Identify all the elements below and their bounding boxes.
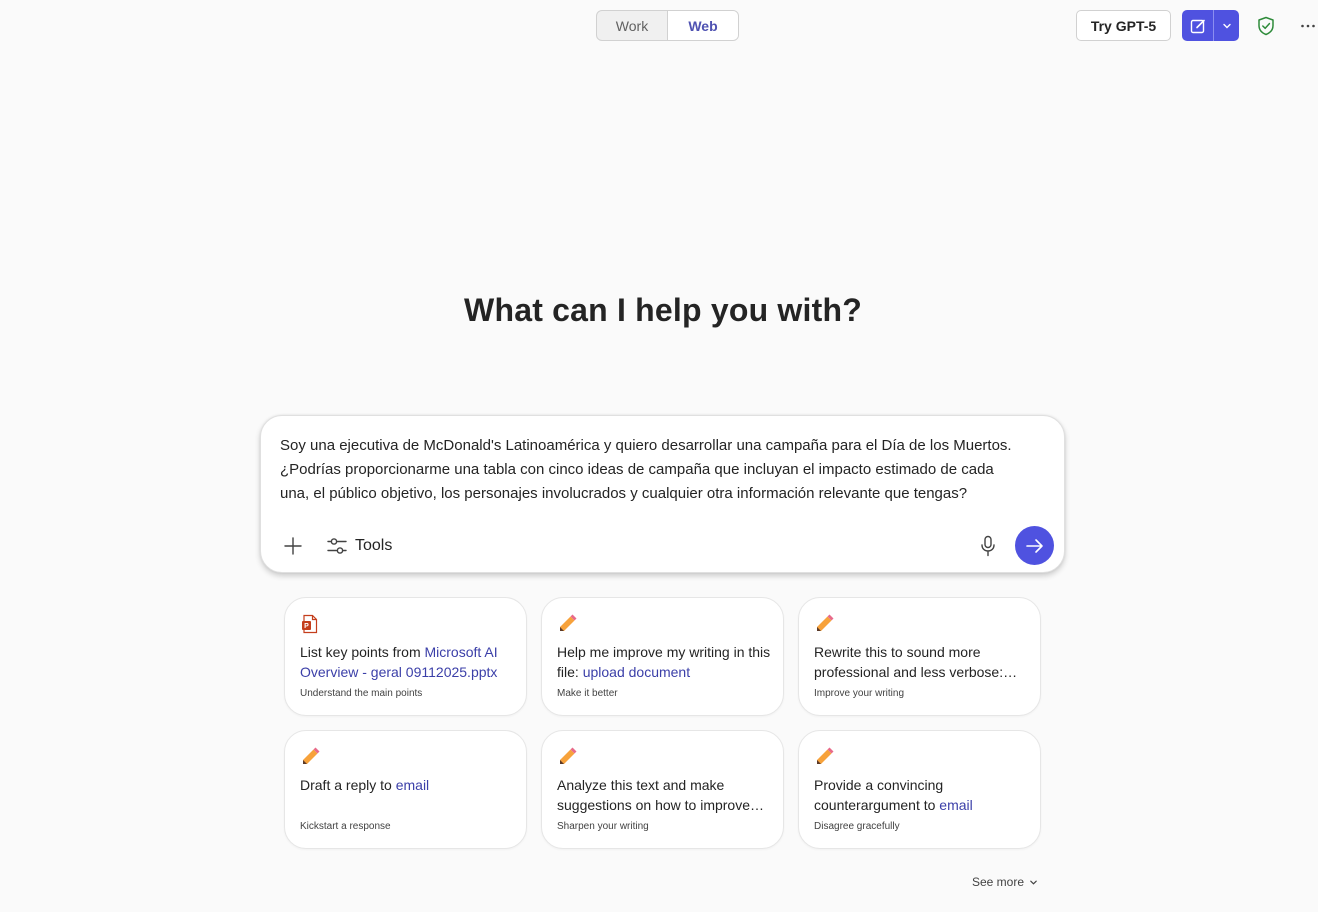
mode-toggle: Work Web xyxy=(596,10,739,41)
upload-document-link[interactable]: upload document xyxy=(583,664,690,680)
prompt-line: ¿Podrías proporcionarme una tabla con ci… xyxy=(280,461,994,478)
prompt-line: una, el público objetivo, los personajes… xyxy=(280,485,968,502)
new-chat-button[interactable] xyxy=(1182,10,1214,41)
pencil-icon xyxy=(817,614,834,631)
plus-icon xyxy=(284,537,302,555)
send-button[interactable] xyxy=(1015,526,1054,565)
new-chat-dropdown[interactable] xyxy=(1214,10,1239,41)
more-options-icon[interactable] xyxy=(1298,15,1318,37)
suggestion-text: List key points from Microsoft AI Overvi… xyxy=(300,644,498,680)
suggestion-card[interactable]: P List key points from Microsoft AI Over… xyxy=(284,597,527,716)
suggestion-card[interactable]: Analyze this text and make suggestions o… xyxy=(541,730,784,849)
tools-button[interactable]: Tools xyxy=(327,534,392,558)
see-more-label: See more xyxy=(972,875,1025,889)
suggestion-card[interactable]: Draft a reply to email Kickstart a respo… xyxy=(284,730,527,849)
suggestion-text: Provide a convincing counterargument to … xyxy=(814,777,973,813)
tab-work[interactable]: Work xyxy=(597,11,667,40)
suggestion-subtitle: Kickstart a response xyxy=(300,821,391,832)
pencil-icon xyxy=(303,747,320,764)
tab-web[interactable]: Web xyxy=(667,11,738,40)
suggestion-text: Draft a reply to email xyxy=(300,777,430,793)
try-gpt5-button[interactable]: Try GPT-5 xyxy=(1076,10,1171,41)
suggestion-text: Help me improve my writing in this file:… xyxy=(557,644,771,680)
suggestion-subtitle: Improve your writing xyxy=(814,688,905,699)
pencil-icon xyxy=(560,614,577,631)
suggestion-subtitle: Understand the main points xyxy=(300,688,423,699)
email-link[interactable]: email xyxy=(939,797,972,813)
microphone-button[interactable] xyxy=(977,534,999,558)
prompt-input[interactable]: Soy una ejecutiva de McDonald's Latinoam… xyxy=(280,434,1050,506)
suggestion-card[interactable]: Help me improve my writing in this file:… xyxy=(541,597,784,716)
microphone-icon xyxy=(981,535,995,557)
email-link[interactable]: email xyxy=(396,777,429,793)
suggestion-card[interactable]: Rewrite this to sound more professional … xyxy=(798,597,1041,716)
suggestion-text: Rewrite this to sound more professional … xyxy=(814,644,1018,680)
compose-icon xyxy=(1190,19,1205,33)
new-chat-button-group xyxy=(1182,10,1239,41)
svg-text:P: P xyxy=(304,623,309,630)
tools-label: Tools xyxy=(355,537,393,554)
suggestion-subtitle: Disagree gracefully xyxy=(814,821,900,832)
page-title: What can I help you with? xyxy=(464,292,862,328)
copilot-home: Work Web Try GPT-5 What can I help you w… xyxy=(0,0,1318,912)
suggestion-subtitle: Make it better xyxy=(557,688,618,699)
prompt-line: Soy una ejecutiva de McDonald's Latinoam… xyxy=(280,437,1012,454)
add-attachment-button[interactable] xyxy=(281,534,305,558)
protected-shield-icon[interactable] xyxy=(1255,15,1277,37)
chat-composer: Soy una ejecutiva de McDonald's Latinoam… xyxy=(260,415,1065,573)
chevron-down-icon xyxy=(1030,880,1037,885)
suggestion-text: Analyze this text and make suggestions o… xyxy=(557,777,764,813)
chevron-down-icon xyxy=(1222,23,1231,28)
suggestion-card[interactable]: Provide a convincing counterargument to … xyxy=(798,730,1041,849)
suggestion-subtitle: Sharpen your writing xyxy=(557,821,649,832)
arrow-right-icon xyxy=(1025,538,1043,553)
see-more-button[interactable]: See more xyxy=(972,875,1038,889)
powerpoint-file-icon: P xyxy=(302,614,318,634)
sliders-icon xyxy=(327,538,347,554)
pencil-icon xyxy=(560,747,577,764)
pencil-icon xyxy=(817,747,834,764)
